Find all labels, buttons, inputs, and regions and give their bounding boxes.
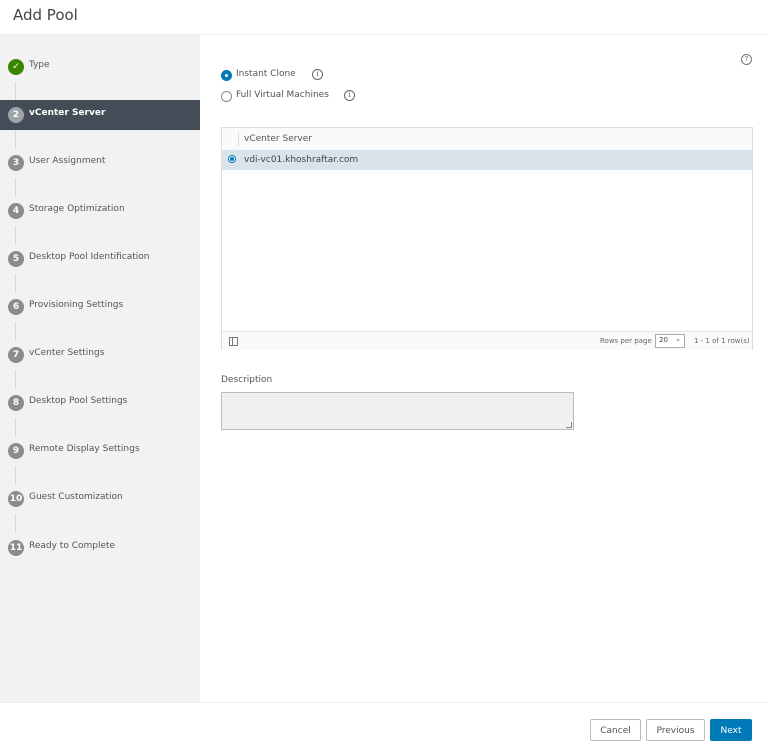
- step-number-badge: 3: [8, 155, 24, 171]
- wizard-step-remote-display-settings[interactable]: 9 Remote Display Settings: [0, 436, 200, 466]
- column-separator: [238, 132, 239, 146]
- wizard-step-vcenter-settings[interactable]: 7 vCenter Settings: [0, 340, 200, 370]
- wizard-step-label: Ready to Complete: [29, 541, 116, 551]
- previous-button[interactable]: Previous: [646, 719, 705, 741]
- step-number-badge: 6: [8, 299, 24, 315]
- step-connector: [15, 514, 16, 532]
- grid-footer: Rows per page 20 ⌄ 1 - 1 of 1 row(s): [222, 331, 752, 350]
- step-number-badge: 9: [8, 443, 24, 459]
- wizard-step-label: vCenter Server: [29, 108, 106, 118]
- vcenter-server-grid: vCenter Server vdi-vc01.khoshraftar.com …: [221, 127, 753, 350]
- rows-per-page-label: Rows per page: [600, 337, 652, 345]
- step-connector: [15, 226, 16, 244]
- step-number-badge: 4: [8, 203, 24, 219]
- step-connector: [15, 370, 16, 388]
- cancel-button[interactable]: Cancel: [590, 719, 641, 741]
- rows-per-page-select[interactable]: 20 ⌄: [655, 334, 685, 348]
- vcenter-server-cell: vdi-vc01.khoshraftar.com: [244, 155, 359, 165]
- grid-header: vCenter Server: [222, 128, 752, 151]
- step-connector: [15, 274, 16, 292]
- wizard-step-desktop-pool-settings[interactable]: 8 Desktop Pool Settings: [0, 388, 200, 418]
- step-number-badge: 7: [8, 347, 24, 363]
- wizard-step-provisioning-settings[interactable]: 6 Provisioning Settings: [0, 292, 200, 322]
- step-connector: [15, 178, 16, 196]
- help-icon[interactable]: ?: [741, 54, 752, 65]
- next-button[interactable]: Next: [710, 719, 752, 741]
- check-icon: ✓: [8, 59, 24, 75]
- wizard-step-label: vCenter Settings: [29, 348, 105, 358]
- wizard-step-vcenter-server[interactable]: 2 vCenter Server: [0, 100, 200, 130]
- step-connector: [15, 466, 16, 484]
- description-textarea[interactable]: [221, 392, 574, 430]
- table-row[interactable]: vdi-vc01.khoshraftar.com: [222, 150, 752, 170]
- step-connector: [15, 82, 16, 100]
- rows-per-page-value: 20: [659, 336, 668, 344]
- wizard-step-type[interactable]: ✓ Type: [0, 52, 200, 82]
- wizard-content: ? Instant Clone i Full Virtual Machines …: [200, 35, 768, 702]
- step-connector: [15, 130, 16, 148]
- chevron-down-icon: ⌄: [675, 335, 681, 343]
- wizard-footer: Cancel Previous Next: [0, 702, 768, 756]
- instant-clone-radio[interactable]: [221, 70, 232, 81]
- step-connector: [15, 322, 16, 340]
- wizard-step-guest-customization[interactable]: 10 Guest Customization: [0, 484, 200, 514]
- dialog-header: Add Pool: [0, 0, 768, 35]
- full-virtual-machines-label: Full Virtual Machines: [236, 90, 329, 100]
- wizard-step-label: Storage Optimization: [29, 204, 125, 214]
- step-number-badge: 11: [8, 540, 24, 556]
- column-header-vcenter-server[interactable]: vCenter Server: [244, 134, 312, 144]
- step-number-badge: 2: [8, 107, 24, 123]
- wizard-step-label: Desktop Pool Settings: [29, 396, 128, 406]
- info-icon[interactable]: i: [312, 69, 323, 80]
- wizard-step-label: Guest Customization: [29, 492, 123, 502]
- wizard-step-desktop-pool-identification[interactable]: 5 Desktop Pool Identification: [0, 244, 200, 274]
- wizard-step-user-assignment[interactable]: 3 User Assignment: [0, 148, 200, 178]
- description-label: Description: [221, 375, 273, 385]
- step-connector: [15, 418, 16, 436]
- wizard-step-label: User Assignment: [29, 156, 106, 166]
- step-number-badge: 10: [8, 491, 24, 507]
- wizard-step-label: Desktop Pool Identification: [29, 252, 150, 262]
- resize-handle-icon[interactable]: [566, 422, 572, 428]
- dialog-title: Add Pool: [13, 6, 78, 24]
- column-toggle-icon[interactable]: [229, 337, 238, 346]
- wizard-step-label: Type: [29, 60, 50, 70]
- full-virtual-machines-radio[interactable]: [221, 91, 232, 102]
- instant-clone-label: Instant Clone: [236, 69, 296, 79]
- wizard-step-ready-to-complete[interactable]: 11 Ready to Complete: [0, 533, 200, 563]
- wizard-step-label: Provisioning Settings: [29, 300, 124, 310]
- wizard-step-label: Remote Display Settings: [29, 444, 140, 454]
- step-number-badge: 8: [8, 395, 24, 411]
- pagination-text: 1 - 1 of 1 row(s): [694, 337, 750, 345]
- row-select-radio[interactable]: [228, 155, 236, 163]
- wizard-step-storage-optimization[interactable]: 4 Storage Optimization: [0, 196, 200, 226]
- info-icon[interactable]: i: [344, 90, 355, 101]
- step-number-badge: 5: [8, 251, 24, 267]
- wizard-steps-sidebar: ✓ Type 2 vCenter Server 3 User Assignmen…: [0, 35, 200, 702]
